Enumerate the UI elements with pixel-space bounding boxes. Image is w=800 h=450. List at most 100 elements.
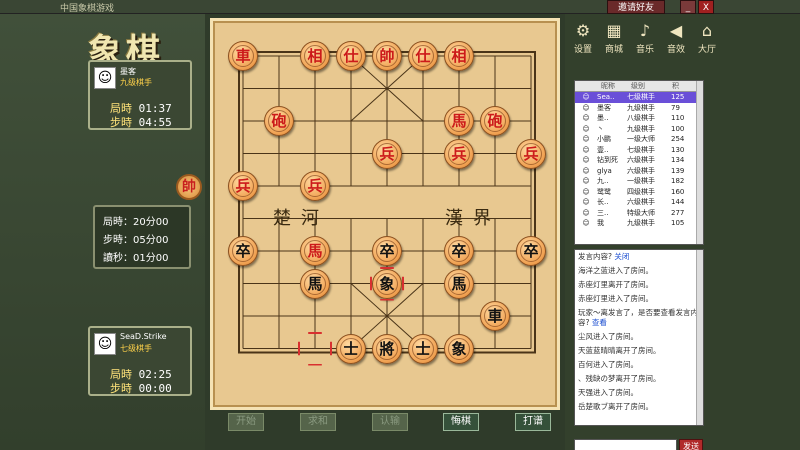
send-button[interactable]: 发送 [679,439,703,450]
user-list-row[interactable]: ☺ glya 六级棋手 139 [575,166,703,177]
user-name: Sea.. [597,93,615,102]
user-list-scrollbar[interactable] [696,81,703,244]
chat-message: 岳楚歌ブ离开了房间。 [578,402,653,411]
user-icon: ☺ [582,198,590,207]
user-rank: 七级棋手 [627,93,655,102]
chat-log: 发言内容? 关闭 海洋之蓝进入了房间。 赤座灯里离开了房间。 赤座灯里进入了房间。 玩家… [574,249,704,426]
user-icon: ☺ [582,135,590,144]
black-piece[interactable]: 士 [336,333,366,364]
lobby-tool-button[interactable]: ⌂ 大厅 [693,20,721,55]
black-piece[interactable]: 馬 [300,268,330,299]
user-list-row[interactable]: ☺ 鹭鹭 四级棋手 160 [575,187,703,198]
river-left-text: 楚河 [273,208,329,229]
black-piece[interactable]: 象 [444,333,474,364]
game-action-button[interactable]: 悔棋 [443,413,479,431]
red-piece[interactable]: 兵 [300,171,330,201]
black-piece[interactable]: 卒 [516,236,546,266]
red-piece[interactable]: 兵 [372,138,402,169]
game-action-button[interactable]: 打谱 [515,413,551,431]
user-rank: 六级棋手 [627,198,655,207]
red-piece[interactable]: 砲 [480,106,510,136]
title-bar: 中国象棋游戏 邀请好友 _ X [0,0,800,14]
black-piece[interactable]: 卒 [444,236,474,266]
user-rank: 九级棋手 [627,103,655,112]
user-list-header: 昵称 级别 积 [575,81,703,92]
red-piece[interactable]: 仕 [336,41,366,71]
minimize-button[interactable]: _ [680,0,696,14]
black-piece[interactable]: 馬 [444,268,474,299]
user-list-row[interactable]: ☺ 三.. 特级大师 277 [575,208,703,219]
black-piece[interactable]: 士 [408,333,438,364]
user-list-row[interactable]: ☺ 墨.. 八级棋手 110 [575,113,703,124]
left-panel: 象棋 ☺ 墨客 九级棋手 局時 01:37 步時 04:55 帥 局時：20分0… [0,14,205,450]
user-score: 144 [671,198,685,207]
user-rank: 九级棋手 [627,219,655,228]
user-icon: ☺ [582,166,590,175]
user-rank: 六级棋手 [627,156,655,165]
user-list-row[interactable]: ☺ 丶 九级棋手 100 [575,124,703,135]
user-list-row[interactable]: ☺ 九.. 一级棋手 182 [575,176,703,187]
red-piece[interactable]: 兵 [228,171,258,201]
chat-link[interactable]: 查看 [592,318,607,327]
user-name: 壹.. [597,145,609,154]
black-piece[interactable]: 卒 [372,236,402,266]
user-icon: ☺ [582,114,590,123]
user-list-row[interactable]: ☺ Sea.. 七级棋手 125 [575,92,703,103]
user-icon: ☺ [582,156,590,165]
top-player-card: ☺ 墨客 九级棋手 局時 01:37 步時 04:55 [88,60,192,130]
chat-link[interactable]: 关闭 [614,252,629,261]
user-list-row[interactable]: ☺ 小鹏 一级大师 254 [575,134,703,145]
red-piece[interactable]: 兵 [444,138,474,169]
user-list-row[interactable]: ☺ 壹.. 七级棋手 130 [575,145,703,156]
step-time: 步時 04:55 [110,116,172,129]
red-piece[interactable]: 仕 [408,41,438,71]
user-rank: 七级棋手 [627,145,655,154]
red-piece[interactable]: 相 [444,41,474,71]
user-icon: ☺ [582,124,590,133]
red-piece[interactable]: 相 [300,41,330,71]
window-title: 中国象棋游戏 [60,4,115,14]
user-list-row[interactable]: ☺ 我 九级棋手 105 [575,218,703,229]
user-score: 182 [671,177,685,186]
user-name: 墨.. [597,114,609,123]
chat-input[interactable] [574,439,677,450]
user-list[interactable]: 昵称 级别 积 ☺ Sea.. 七级棋手 125 ☺ 墨客 九级棋手 79 ☺ 墨.. 八级棋手 11… [574,80,704,245]
red-piece[interactable]: 帥 [372,41,402,71]
red-piece[interactable]: 砲 [264,106,294,136]
red-piece[interactable]: 車 [228,41,258,71]
user-rank: 八级棋手 [627,114,655,123]
red-piece[interactable]: 兵 [516,138,546,169]
user-icon: ☺ [582,219,590,228]
chess-board[interactable]: 楚河 漢界 車相仕帥仕相砲馬砲兵兵兵兵兵卒馬卒卒卒馬象馬車士將士象 [210,18,560,410]
user-name: 墨客 [597,103,611,112]
step-time: 步時 00:00 [110,382,172,395]
black-piece[interactable]: 卒 [228,236,258,266]
user-name: 鹭鹭 [597,187,611,196]
red-piece[interactable]: 馬 [444,106,474,136]
invite-friend-button[interactable]: 邀请好友 [607,0,665,14]
tool-label: 设置 [573,45,592,55]
shop-tool-button[interactable]: ▦ 商城 [600,20,628,55]
chat-scrollbar[interactable] [696,250,703,425]
sound-tool-button[interactable]: ◀ 音效 [662,20,690,55]
col-nickname: 昵称 [601,82,615,90]
settings-tool-button[interactable]: ⚙ 设置 [569,20,597,55]
user-icon: ☺ [582,187,590,196]
red-piece[interactable]: 馬 [300,236,330,266]
game-action-button[interactable]: 开始 [228,413,264,431]
player-name: 墨客 [120,67,136,76]
user-score: 254 [671,135,685,144]
user-icon: ☺ [582,103,590,112]
time-settings-card: 局時：20分00 步時：05分00 讀秒：01分00 [93,205,191,269]
user-list-row[interactable]: ☺ 钻到死 六级棋手 134 [575,155,703,166]
tool-label: 大厅 [697,45,716,55]
black-piece[interactable]: 將 [372,333,402,364]
music-tool-button[interactable]: ♪ 音乐 [631,20,659,55]
close-button[interactable]: X [698,0,714,14]
black-piece[interactable]: 車 [480,301,510,331]
chat-message: 天强进入了房间。 [578,388,638,397]
user-list-row[interactable]: ☺ 墨客 九级棋手 79 [575,103,703,114]
game-action-button[interactable]: 求和 [300,413,336,431]
user-list-row[interactable]: ☺ 长.. 六级棋手 144 [575,197,703,208]
game-action-button[interactable]: 认输 [372,413,408,431]
